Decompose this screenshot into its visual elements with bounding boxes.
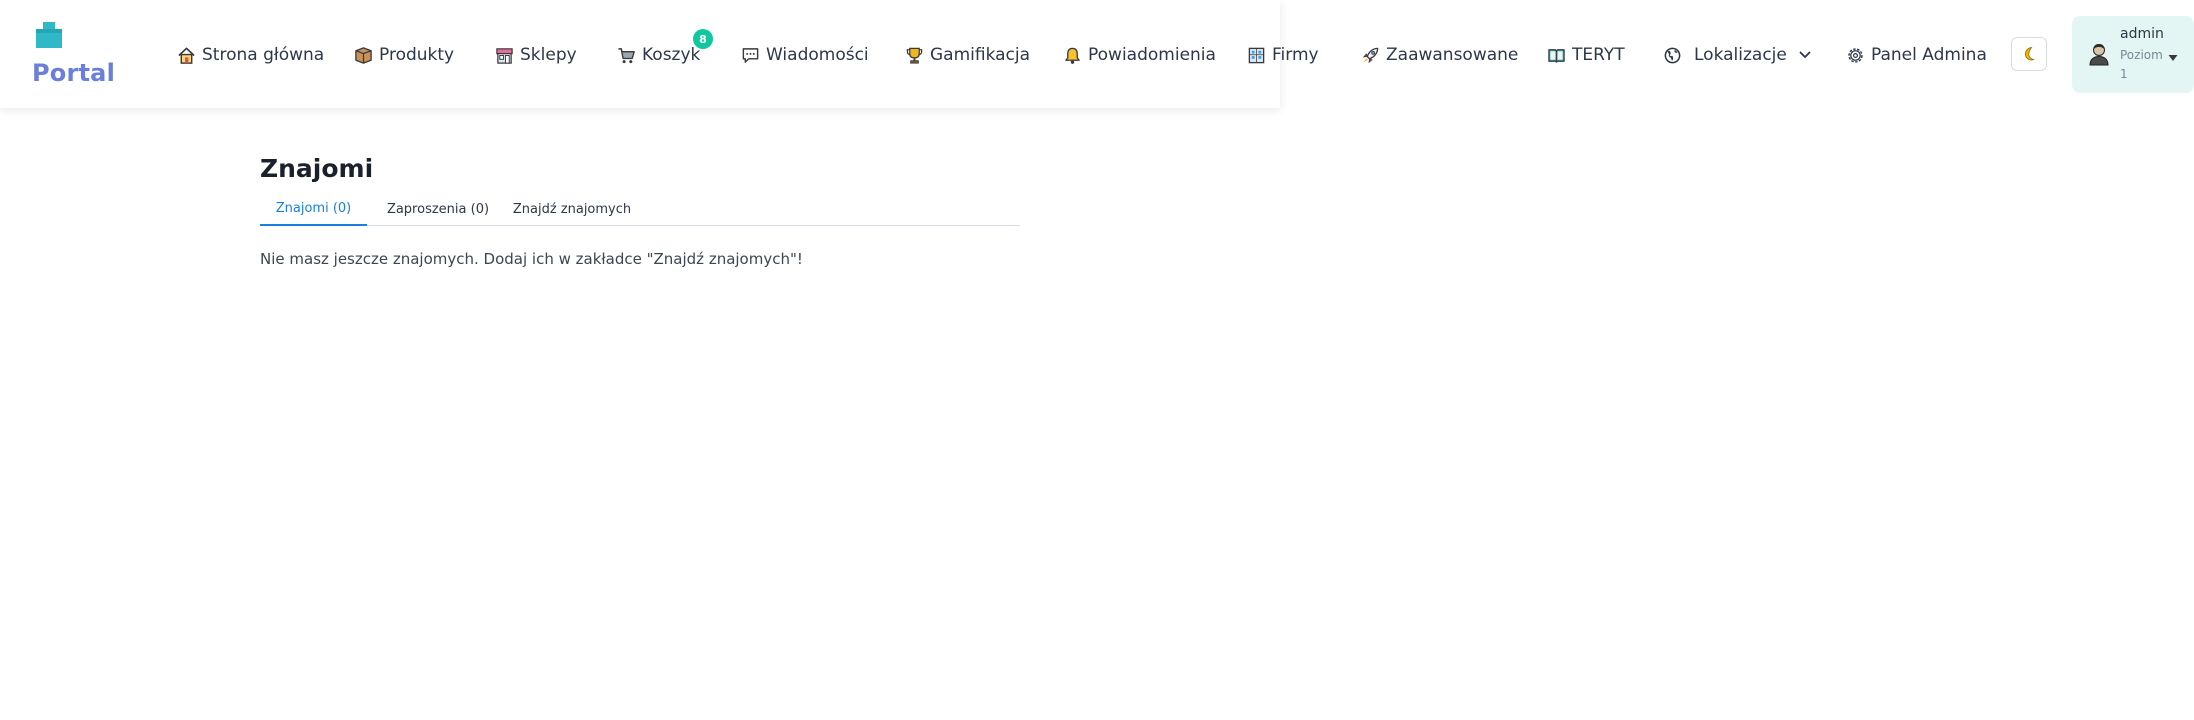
- nav-item-koszyk[interactable]: Koszyk: [616, 38, 700, 72]
- nav-item-label: Gamifikacja: [930, 45, 1031, 65]
- empty-friends-message: Nie masz jeszcze znajomych. Dodaj ich w …: [260, 250, 803, 268]
- nav-item-label: Firmy: [1272, 45, 1319, 65]
- nav-item-label: Wiadomości: [766, 45, 869, 65]
- user-level-label: Poziom: [2120, 48, 2163, 62]
- moon-icon: [2021, 46, 2037, 62]
- user-menu[interactable]: admin Poziom 1: [2072, 16, 2194, 93]
- nav-item-firmy[interactable]: Firmy: [1246, 38, 1319, 72]
- nav-item-strona-glowna[interactable]: Strona główna: [176, 38, 324, 72]
- nav-item-gamifikacja[interactable]: Gamifikacja: [904, 38, 1030, 72]
- user-avatar-icon: [2088, 42, 2110, 70]
- nav-item-label: Sklepy: [520, 45, 577, 65]
- nav-item-zaawansowane[interactable]: Zaawansowane: [1360, 38, 1518, 72]
- tab-znajomi[interactable]: Znajomi (0): [260, 193, 367, 226]
- nav-item-label: Produkty: [379, 45, 455, 65]
- book-icon: [1546, 45, 1566, 65]
- nav-item-powiadomienia[interactable]: Powiadomienia: [1062, 38, 1216, 72]
- building-icon: [1246, 45, 1266, 65]
- trophy-icon: [904, 45, 924, 65]
- nav-item-label: Koszyk: [642, 45, 701, 65]
- tab-zaproszenia[interactable]: Zaproszenia (0): [373, 193, 503, 226]
- store-icon: [494, 45, 514, 65]
- nav-item-produkty[interactable]: Produkty: [353, 38, 454, 72]
- globe-icon: [1662, 45, 1682, 65]
- tab-znajdz-znajomych[interactable]: Znajdź znajomych: [510, 193, 634, 226]
- friends-tabs: Znajomi (0) Zaproszenia (0) Znajdź znajo…: [260, 193, 1020, 226]
- gear-icon: [1845, 45, 1865, 65]
- nav-item-label: Panel Admina: [1871, 45, 1987, 65]
- rocket-icon: [1360, 45, 1380, 65]
- portal-logo-icon: [36, 22, 62, 48]
- portal-logo[interactable]: Portal: [32, 22, 116, 92]
- bell-icon: [1062, 45, 1082, 65]
- nav-item-label: TERYT: [1572, 45, 1625, 65]
- theme-toggle-button[interactable]: [2011, 37, 2047, 71]
- cart-icon: [616, 45, 636, 65]
- page-title: Znajomi: [260, 154, 374, 183]
- portal-logo-text: Portal: [32, 59, 116, 87]
- chat-icon: [740, 45, 760, 65]
- nav-item-label: Zaawansowane: [1386, 45, 1519, 65]
- nav-item-label: Powiadomienia: [1088, 45, 1216, 65]
- cart-count-badge: 8: [693, 29, 713, 49]
- user-name: admin: [2120, 26, 2164, 42]
- nav-item-wiadomosci[interactable]: Wiadomości: [740, 38, 869, 72]
- nav-item-lokalizacje[interactable]: Lokalizacje: [1662, 38, 1811, 72]
- home-icon: [176, 45, 196, 65]
- user-level-value: 1: [2120, 67, 2128, 81]
- nav-item-label: Lokalizacje: [1694, 45, 1787, 65]
- nav-item-teryt[interactable]: TERYT: [1546, 38, 1625, 72]
- nav-item-label: Strona główna: [202, 45, 325, 65]
- top-navbar: Portal Strona główna Produkty Sklepy Kos…: [0, 0, 2194, 108]
- chevron-down-icon: [1799, 51, 1811, 59]
- nav-item-sklepy[interactable]: Sklepy: [494, 38, 577, 72]
- nav-item-panel-admina[interactable]: Panel Admina: [1845, 38, 1987, 72]
- box-icon: [353, 45, 373, 65]
- caret-down-icon: [2168, 47, 2178, 66]
